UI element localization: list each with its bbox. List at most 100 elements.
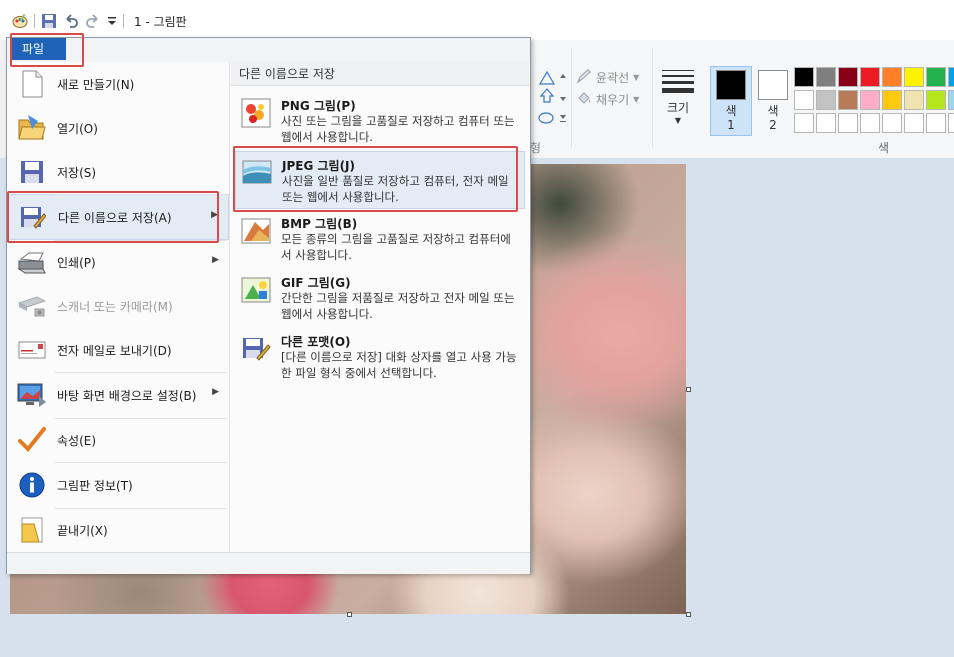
redo-icon[interactable] — [85, 13, 101, 29]
color2-button[interactable]: 색 2 — [752, 66, 794, 136]
email-icon — [17, 335, 47, 365]
palette-swatch[interactable] — [904, 67, 924, 87]
png-image-icon — [241, 98, 271, 128]
palette-swatch[interactable] — [838, 67, 858, 87]
fill-button[interactable]: 채우기 ▼ — [576, 90, 639, 109]
exit-icon — [17, 515, 47, 545]
palette-swatch[interactable] — [926, 113, 946, 133]
bmp-image-icon — [241, 216, 271, 246]
palette-swatch[interactable] — [860, 67, 880, 87]
save-as-png[interactable]: PNG 그림(P) 사진 또는 그림을 고품질로 저장하고 컴퓨터 또는 웹에서… — [235, 92, 525, 150]
save-icon[interactable] — [41, 13, 57, 29]
size-lines-icon — [662, 70, 694, 93]
menu-item-email[interactable]: 전자 메일로 보내기(D) — [7, 328, 229, 372]
palette-swatch[interactable] — [816, 90, 836, 110]
color2-label: 색 2 — [767, 104, 779, 132]
colors-group-label: 색 — [878, 141, 890, 155]
palette-swatch[interactable] — [816, 113, 836, 133]
palette-swatch[interactable] — [948, 90, 954, 110]
paint-app-icon[interactable] — [12, 13, 28, 29]
size-dropdown-icon: ▼ — [674, 116, 682, 125]
desktop-background-icon — [17, 380, 47, 410]
menu-item-exit[interactable]: 끝내기(X) — [7, 508, 229, 552]
title-bar: 1 - 그림판 — [0, 0, 954, 40]
palette-swatch[interactable] — [926, 90, 946, 110]
menu-item-properties[interactable]: 속성(E) — [7, 418, 229, 462]
palette-swatch[interactable] — [882, 90, 902, 110]
size-button[interactable]: 크기 ▼ — [658, 68, 698, 132]
submenu-arrow-icon: ▶ — [212, 387, 219, 397]
highlight-jpeg — [233, 146, 518, 212]
qat-separator-2 — [123, 14, 124, 28]
properties-check-icon — [17, 425, 47, 455]
palette-swatch[interactable] — [948, 67, 954, 87]
palette-swatch[interactable] — [860, 90, 880, 110]
menu-item-open[interactable]: 열기(O) — [7, 106, 229, 150]
size-label: 크기 — [666, 101, 690, 115]
other-format-icon — [241, 334, 271, 364]
window-title: 1 - 그림판 — [134, 14, 187, 29]
shapes-group-label: 형 — [530, 141, 542, 155]
gif-image-icon — [241, 275, 271, 305]
open-folder-icon — [17, 113, 47, 143]
submenu-arrow-icon: ▶ — [212, 255, 219, 265]
quick-access-toolbar: 1 - 그림판 — [12, 11, 187, 31]
menu-item-new[interactable]: 새로 만들기(N) — [7, 62, 229, 106]
palette-swatch[interactable] — [882, 67, 902, 87]
color1-swatch — [716, 70, 746, 100]
palette-swatch[interactable] — [926, 67, 946, 87]
fill-bucket-icon — [576, 90, 592, 109]
menu-item-save[interactable]: 저장(S) — [7, 150, 229, 194]
palette-swatch[interactable] — [904, 113, 924, 133]
highlight-file-tab — [10, 33, 84, 67]
customize-qat-icon[interactable] — [107, 14, 117, 28]
color2-swatch — [758, 70, 788, 100]
resize-handle-bottom[interactable] — [347, 612, 352, 617]
palette-swatch[interactable] — [794, 90, 814, 110]
ribbon-separator — [652, 48, 653, 148]
menu-item-set-wallpaper[interactable]: 바탕 화면 배경으로 설정(B) ▶ — [7, 372, 229, 418]
menu-item-scanner: 스캐너 또는 카메라(M) — [7, 284, 229, 328]
save-as-submenu: 다른 이름으로 저장 PNG 그림(P) 사진 또는 그림을 고품질로 저장하고… — [231, 62, 529, 552]
palette-swatch[interactable] — [816, 67, 836, 87]
menu-separator — [55, 372, 227, 373]
color1-button[interactable]: 색 1 — [710, 66, 752, 136]
palette-swatch[interactable] — [904, 90, 924, 110]
outline-pen-icon — [576, 68, 592, 87]
shapes-gallery[interactable] — [530, 70, 570, 128]
undo-icon[interactable] — [63, 13, 79, 29]
save-as-other-format[interactable]: 다른 포맷(O) [다른 이름으로 저장] 대화 상자를 열고 사용 가능한 파… — [235, 328, 525, 386]
palette-swatch[interactable] — [948, 113, 954, 133]
menu-separator — [55, 462, 227, 463]
fill-dropdown-icon: ▼ — [633, 95, 640, 104]
palette-swatch[interactable] — [860, 113, 880, 133]
highlight-save-as — [7, 191, 219, 243]
outline-dropdown-icon: ▼ — [633, 73, 640, 82]
save-as-header: 다른 이름으로 저장 — [231, 62, 529, 86]
qat-separator — [34, 14, 35, 28]
color1-label: 색 1 — [725, 104, 737, 132]
printer-icon — [17, 247, 47, 277]
menu-separator — [55, 418, 227, 419]
outline-button[interactable]: 윤곽선 ▼ — [576, 68, 639, 87]
save-as-bmp[interactable]: BMP 그림(B) 모든 종류의 그림을 고품질로 저장하고 컴퓨터에서 사용합… — [235, 210, 525, 268]
ribbon: 형 윤곽선 ▼ 채우기 ▼ 크기 ▼ 색 1 색 2 색 — [530, 40, 954, 159]
file-menu-commands: 새로 만들기(N) 열기(O) 저장(S) 다른 이름으로 저장(A) ▶ 인쇄… — [7, 62, 229, 552]
menu-separator — [55, 508, 227, 509]
menu-divider — [229, 62, 230, 552]
menu-item-print[interactable]: 인쇄(P) ▶ — [7, 240, 229, 284]
scanner-icon — [17, 291, 47, 321]
palette-swatch[interactable] — [838, 113, 858, 133]
file-menu-footer — [7, 552, 530, 574]
ribbon-separator — [571, 48, 572, 148]
palette-swatch[interactable] — [838, 90, 858, 110]
resize-handle-right[interactable] — [686, 387, 691, 392]
palette-swatch[interactable] — [794, 113, 814, 133]
file-menu: 파일 새로 만들기(N) 열기(O) 저장(S) 다른 이름으로 저장(A) ▶… — [6, 37, 531, 574]
menu-item-about[interactable]: 그림판 정보(T) — [7, 462, 229, 508]
palette-swatch[interactable] — [794, 67, 814, 87]
resize-handle-corner[interactable] — [686, 612, 691, 617]
palette-swatch[interactable] — [882, 113, 902, 133]
save-as-gif[interactable]: GIF 그림(G) 간단한 그림을 저품질로 저장하고 전자 메일 또는 웹에서… — [235, 269, 525, 327]
color-palette — [794, 67, 954, 133]
